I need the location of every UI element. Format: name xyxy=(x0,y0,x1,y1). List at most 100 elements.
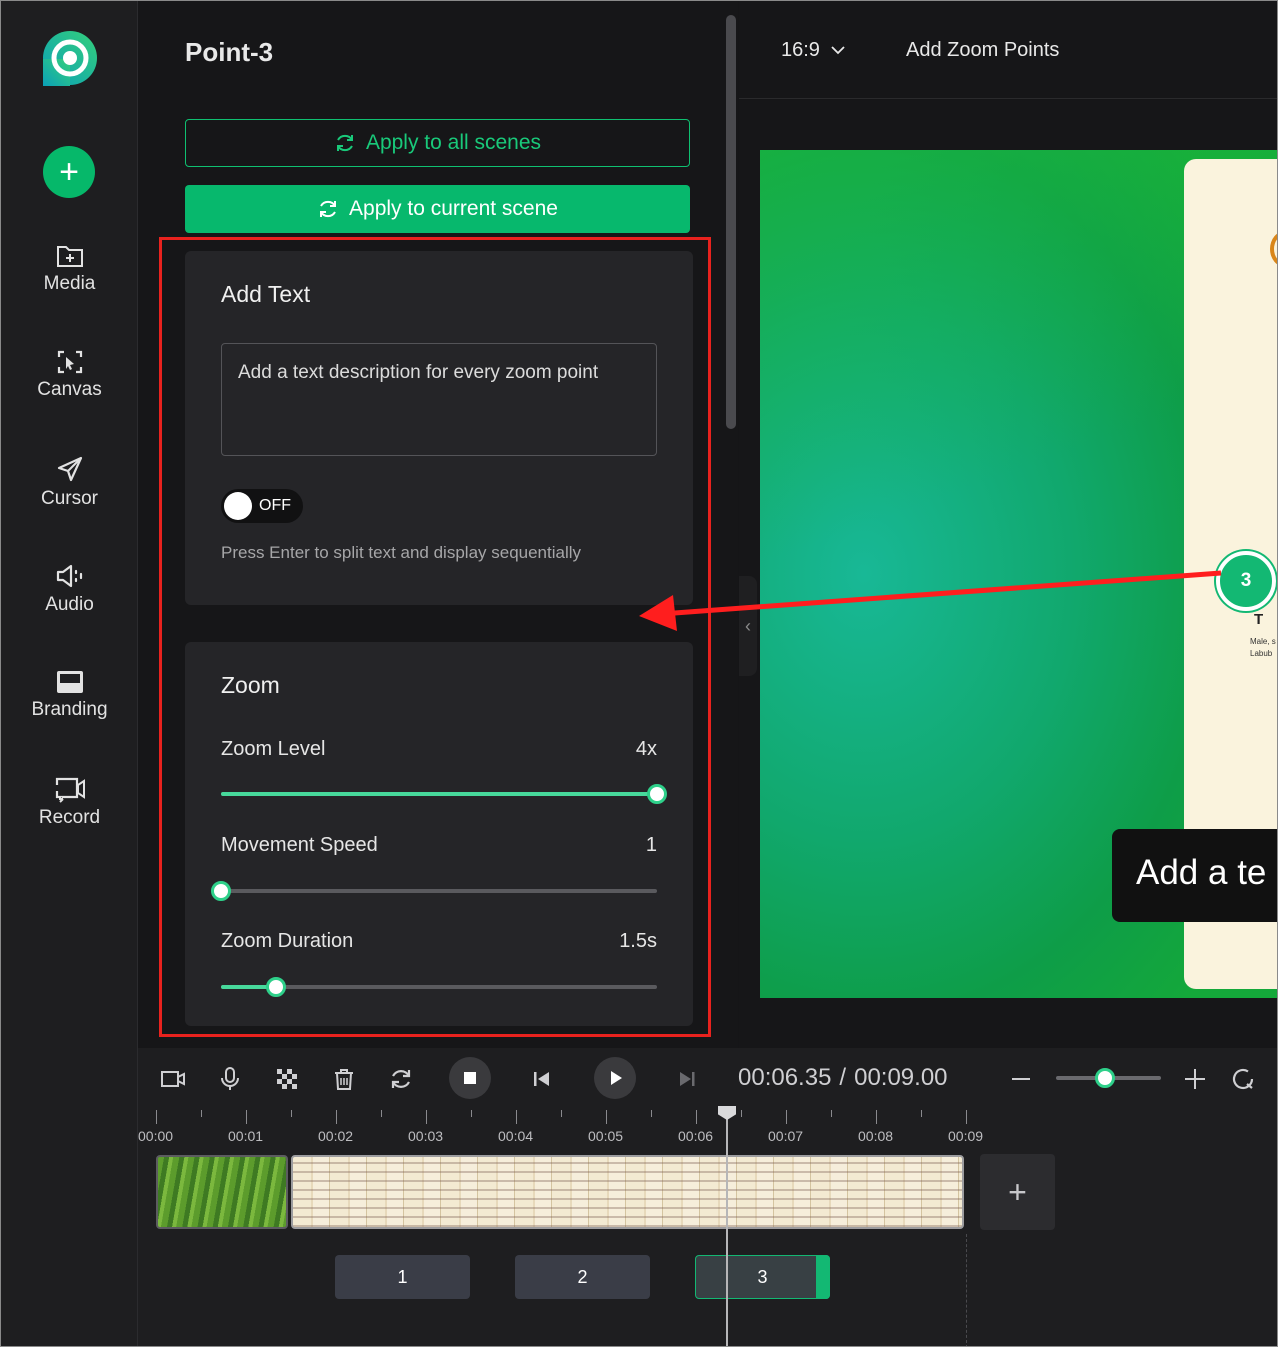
add-text-card: Add Text Add a text description for ever… xyxy=(185,251,693,605)
ruler-minor-tick xyxy=(651,1110,652,1117)
zoom-in-icon[interactable] xyxy=(1182,1066,1208,1092)
nav-item-audio[interactable]: Audio xyxy=(1,562,138,616)
top-toolbar: 16:9 Add Zoom Points xyxy=(739,1,1277,99)
cursor-icon xyxy=(57,456,82,482)
clip-thumbnail-strip xyxy=(293,1157,962,1227)
ruler-minor-tick xyxy=(741,1110,742,1117)
ruler-label: 00:09 xyxy=(948,1128,984,1144)
playhead-handle[interactable] xyxy=(718,1106,736,1120)
video-clip-1[interactable] xyxy=(156,1155,288,1229)
ruler-minor-tick xyxy=(381,1110,382,1117)
zoom-duration-slider[interactable] xyxy=(221,977,657,997)
apply-to-all-scenes-button[interactable]: Apply to all scenes xyxy=(185,119,690,167)
ruler-major-tick xyxy=(696,1110,697,1124)
nav-label-canvas: Canvas xyxy=(37,379,102,400)
media-folder-icon xyxy=(56,246,83,267)
nav-label-audio: Audio xyxy=(45,594,94,615)
add-new-button[interactable]: + xyxy=(43,146,95,198)
movement-speed-value: 1 xyxy=(645,834,657,856)
toggle-state-label: OFF xyxy=(259,497,291,514)
skip-forward-icon[interactable] xyxy=(674,1066,700,1092)
play-icon xyxy=(611,1071,622,1085)
panel-scrollbar[interactable] xyxy=(726,15,736,429)
doc-snippet-2: Labub xyxy=(1250,649,1273,658)
zoom-point-chip-1[interactable]: 1 xyxy=(335,1255,470,1299)
nav-item-canvas[interactable]: Canvas xyxy=(1,349,138,401)
add-clip-button[interactable]: + xyxy=(980,1154,1055,1230)
annotation-arrow xyxy=(639,570,1222,631)
nav-item-record[interactable]: Record xyxy=(1,775,138,829)
ruler-major-tick xyxy=(246,1110,247,1124)
nav-item-media[interactable]: Media xyxy=(1,243,138,295)
app-logo xyxy=(39,29,99,89)
zoom-duration-label: Zoom Duration xyxy=(221,930,354,952)
ruler-major-tick xyxy=(966,1110,967,1124)
nav-label-branding: Branding xyxy=(31,699,108,720)
timeline-end-marker xyxy=(966,1234,967,1346)
nav-label-record: Record xyxy=(38,807,101,828)
zoom-duration-value: 1.5s xyxy=(619,930,657,952)
movement-speed-label: Movement Speed xyxy=(221,834,378,856)
doc-snippet-1: Male, s xyxy=(1250,637,1276,646)
zoom-level-slider[interactable] xyxy=(221,784,667,804)
text-split-toggle[interactable]: OFF xyxy=(221,489,303,523)
chevron-down-icon xyxy=(830,46,845,55)
ruler-label: 00:00 xyxy=(138,1128,174,1144)
ruler-label: 00:08 xyxy=(858,1128,894,1144)
zoom-level-slider-thumb[interactable] xyxy=(647,784,667,804)
zoom-level-value: 4x xyxy=(635,738,657,760)
ruler-major-tick xyxy=(336,1110,337,1124)
zoom-point-chip-3[interactable]: 3 xyxy=(695,1255,830,1299)
current-time: 00:06.35 xyxy=(738,1064,832,1091)
plus-icon: + xyxy=(59,153,79,191)
ruler-label: 00:01 xyxy=(228,1128,264,1144)
nav-label-media: Media xyxy=(43,273,96,294)
zoom-level-label: Zoom Level xyxy=(221,738,326,760)
zoom-heading: Zoom xyxy=(221,672,280,698)
skip-back-icon[interactable] xyxy=(529,1066,555,1092)
camera-icon[interactable] xyxy=(160,1066,186,1092)
apply-to-current-scene-button[interactable]: Apply to current scene xyxy=(185,185,690,233)
play-button[interactable] xyxy=(594,1057,636,1099)
zoom-point-settings-panel: Point-3 Apply to all scenes Apply to cur… xyxy=(138,1,738,1048)
aspect-ratio-dropdown[interactable]: 16:9 xyxy=(781,39,846,62)
zoom-duration-slider-thumb[interactable] xyxy=(265,977,286,997)
nav-item-branding[interactable]: Branding xyxy=(1,669,138,721)
refresh-icon[interactable] xyxy=(388,1066,414,1092)
zoom-card: Zoom Zoom Level 4x Movement Speed 1 Zoom… xyxy=(185,642,693,1026)
mosaic-icon[interactable] xyxy=(274,1066,300,1092)
playhead-line[interactable] xyxy=(726,1106,728,1346)
ruler-major-tick xyxy=(606,1110,607,1124)
fit-timeline-icon[interactable] xyxy=(1230,1066,1256,1092)
ruler-minor-tick xyxy=(561,1110,562,1117)
ruler-minor-tick xyxy=(291,1110,292,1117)
zoom-out-icon[interactable] xyxy=(1008,1066,1034,1092)
movement-speed-slider[interactable] xyxy=(211,881,657,901)
ruler-label: 00:02 xyxy=(318,1128,354,1144)
ruler-label: 00:06 xyxy=(678,1128,714,1144)
zoom-point-text-input[interactable]: Add a text description for every zoom po… xyxy=(221,343,657,456)
delete-icon[interactable] xyxy=(331,1066,357,1092)
timeline-zoom-thumb[interactable] xyxy=(1095,1068,1116,1088)
zoom-point-resize-handle[interactable] xyxy=(816,1255,830,1299)
video-clip-2[interactable] xyxy=(291,1155,964,1229)
stop-button[interactable] xyxy=(449,1057,491,1099)
microphone-icon[interactable] xyxy=(217,1066,243,1092)
ruler-minor-tick xyxy=(471,1110,472,1117)
zoom-point-chip-3-label: 3 xyxy=(757,1266,768,1287)
zoom-point-chip-2[interactable]: 2 xyxy=(515,1255,650,1299)
ruler-major-tick xyxy=(516,1110,517,1124)
branding-icon xyxy=(56,671,83,693)
nav-item-cursor[interactable]: Cursor xyxy=(1,456,138,510)
ruler-label: 00:03 xyxy=(408,1128,444,1144)
plus-icon: + xyxy=(1008,1173,1027,1210)
audio-speaker-icon xyxy=(56,564,82,588)
timeline-zoom-slider[interactable] xyxy=(1056,1068,1161,1088)
movement-speed-slider-thumb[interactable] xyxy=(211,881,231,901)
toggle-knob xyxy=(224,492,252,520)
apply-all-label: Apply to all scenes xyxy=(365,131,542,154)
ruler-label: 00:07 xyxy=(768,1128,804,1144)
ruler-label: 00:04 xyxy=(498,1128,534,1144)
add-zoom-points-button[interactable]: Add Zoom Points xyxy=(906,39,1059,62)
ruler-minor-tick xyxy=(201,1110,202,1117)
